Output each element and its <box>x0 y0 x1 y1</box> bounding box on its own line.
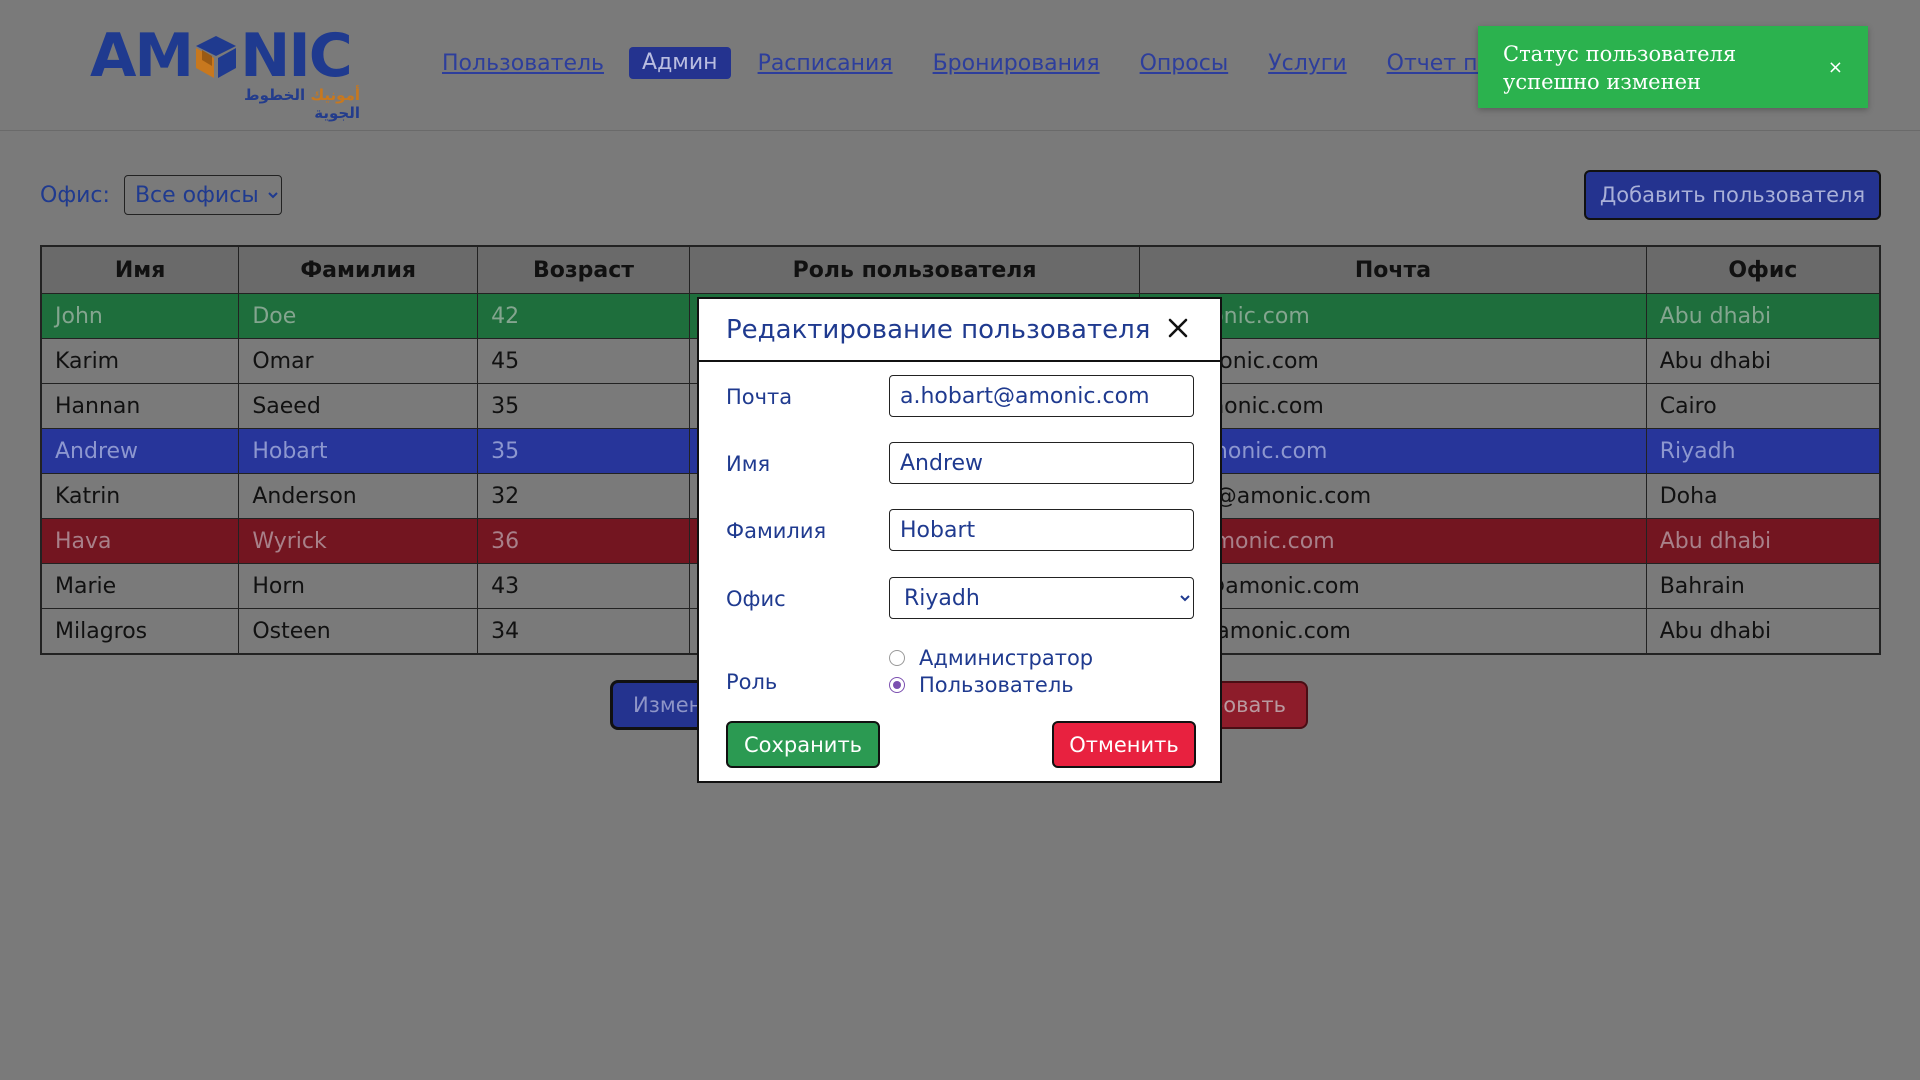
role-option-user[interactable]: Пользователь <box>889 671 1093 698</box>
cell-office: Doha <box>1645 473 1881 519</box>
cell-last-name: Doe <box>238 293 479 339</box>
office-filter: Офис: Все офисы <box>40 175 282 215</box>
cell-office: Abu dhabi <box>1645 293 1881 339</box>
cell-first-name: Hava <box>40 518 240 564</box>
radio-admin[interactable] <box>889 649 905 666</box>
cell-first-name: Andrew <box>40 428 240 474</box>
amonic-logo[interactable]: AM NIC أمونيك الخطوط الجوية <box>90 21 360 122</box>
radio-user-selected[interactable] <box>889 676 905 693</box>
nav-services[interactable]: Услуги <box>1268 51 1346 76</box>
add-user-button[interactable]: Добавить пользователя <box>1584 170 1881 220</box>
header-first-name[interactable]: Имя <box>40 245 240 294</box>
office-row: Офис Riyadh <box>726 577 1196 619</box>
cell-office: Abu dhabi <box>1645 338 1881 384</box>
cell-age: 42 <box>477 293 690 339</box>
first-name-row: Имя <box>726 442 1196 484</box>
edit-user-modal: Редактирование пользователя Почта Имя Фа… <box>697 297 1222 783</box>
cell-age: 35 <box>477 428 690 474</box>
last-name-label: Фамилия <box>726 519 827 543</box>
cell-first-name: Karim <box>40 338 240 384</box>
save-button[interactable]: Сохранить <box>726 721 880 768</box>
cell-last-name: Omar <box>238 338 479 384</box>
cell-last-name: Osteen <box>238 608 479 655</box>
cell-age: 35 <box>477 383 690 429</box>
header-age[interactable]: Возраст <box>477 245 690 294</box>
modal-title: Редактирование пользователя <box>726 315 1151 345</box>
modal-header: Редактирование пользователя <box>699 299 1220 362</box>
header-email[interactable]: Почта <box>1139 245 1647 294</box>
main-nav: Пользователь Админ Расписания Бронирован… <box>442 47 1590 79</box>
role-option-admin[interactable]: Администратор <box>889 644 1093 671</box>
first-name-label: Имя <box>726 452 771 476</box>
office-filter-label: Офис: <box>40 182 110 208</box>
email-field[interactable] <box>889 375 1194 417</box>
role-option-admin-label: Администратор <box>919 645 1094 670</box>
logo-wordmark: AM NIC <box>90 21 353 91</box>
last-name-field[interactable] <box>889 509 1194 551</box>
cell-last-name: Wyrick <box>238 518 479 564</box>
nav-schedules[interactable]: Расписания <box>758 51 893 76</box>
cell-first-name: Katrin <box>40 473 240 519</box>
table-header-row: Имя Фамилия Возраст Роль пользователя По… <box>40 245 1881 294</box>
success-toast: Статус пользователя успешно изменен × <box>1478 26 1868 108</box>
cell-age: 32 <box>477 473 690 519</box>
logo-arabic-subtitle: أمونيك الخطوط الجوية <box>244 86 360 122</box>
nav-bookings[interactable]: Бронирования <box>933 51 1100 76</box>
office-filter-select[interactable]: Все офисы <box>123 175 282 215</box>
cell-last-name: Saeed <box>238 383 479 429</box>
first-name-field[interactable] <box>889 442 1194 484</box>
email-row: Почта <box>726 375 1196 417</box>
cell-first-name: Hannan <box>40 383 240 429</box>
cancel-button[interactable]: Отменить <box>1052 721 1196 768</box>
cell-office: Cairo <box>1645 383 1881 429</box>
close-icon[interactable] <box>1163 313 1193 343</box>
role-label: Роль <box>726 670 778 694</box>
office-select[interactable]: Riyadh <box>889 577 1194 619</box>
last-name-row: Фамилия <box>726 509 1196 551</box>
toast-close-icon[interactable]: × <box>1828 54 1843 82</box>
role-option-user-label: Пользователь <box>919 672 1074 697</box>
role-radio-group: Администратор Пользователь <box>889 644 1093 698</box>
cell-age: 36 <box>477 518 690 564</box>
cell-office: Abu dhabi <box>1645 518 1881 564</box>
cell-office: Abu dhabi <box>1645 608 1881 655</box>
cell-age: 43 <box>477 563 690 609</box>
cell-last-name: Hobart <box>238 428 479 474</box>
email-label: Почта <box>726 385 793 409</box>
cell-first-name: John <box>40 293 240 339</box>
cell-age: 34 <box>477 608 690 655</box>
header-office[interactable]: Офис <box>1645 245 1881 294</box>
nav-admin[interactable]: Админ <box>629 47 731 79</box>
logo-cube-icon <box>196 36 237 78</box>
header-role[interactable]: Роль пользователя <box>688 245 1141 294</box>
cell-first-name: Marie <box>40 563 240 609</box>
toast-message: Статус пользователя успешно изменен <box>1503 42 1737 94</box>
cell-office: Riyadh <box>1645 428 1881 474</box>
cell-age: 45 <box>477 338 690 384</box>
cell-last-name: Anderson <box>238 473 479 519</box>
nav-surveys[interactable]: Опросы <box>1140 51 1229 76</box>
cell-office: Bahrain <box>1645 563 1881 609</box>
cell-last-name: Horn <box>238 563 479 609</box>
office-label: Офис <box>726 587 786 611</box>
header-last-name[interactable]: Фамилия <box>238 245 479 294</box>
nav-user[interactable]: Пользователь <box>442 51 604 76</box>
cell-first-name: Milagros <box>40 608 240 655</box>
